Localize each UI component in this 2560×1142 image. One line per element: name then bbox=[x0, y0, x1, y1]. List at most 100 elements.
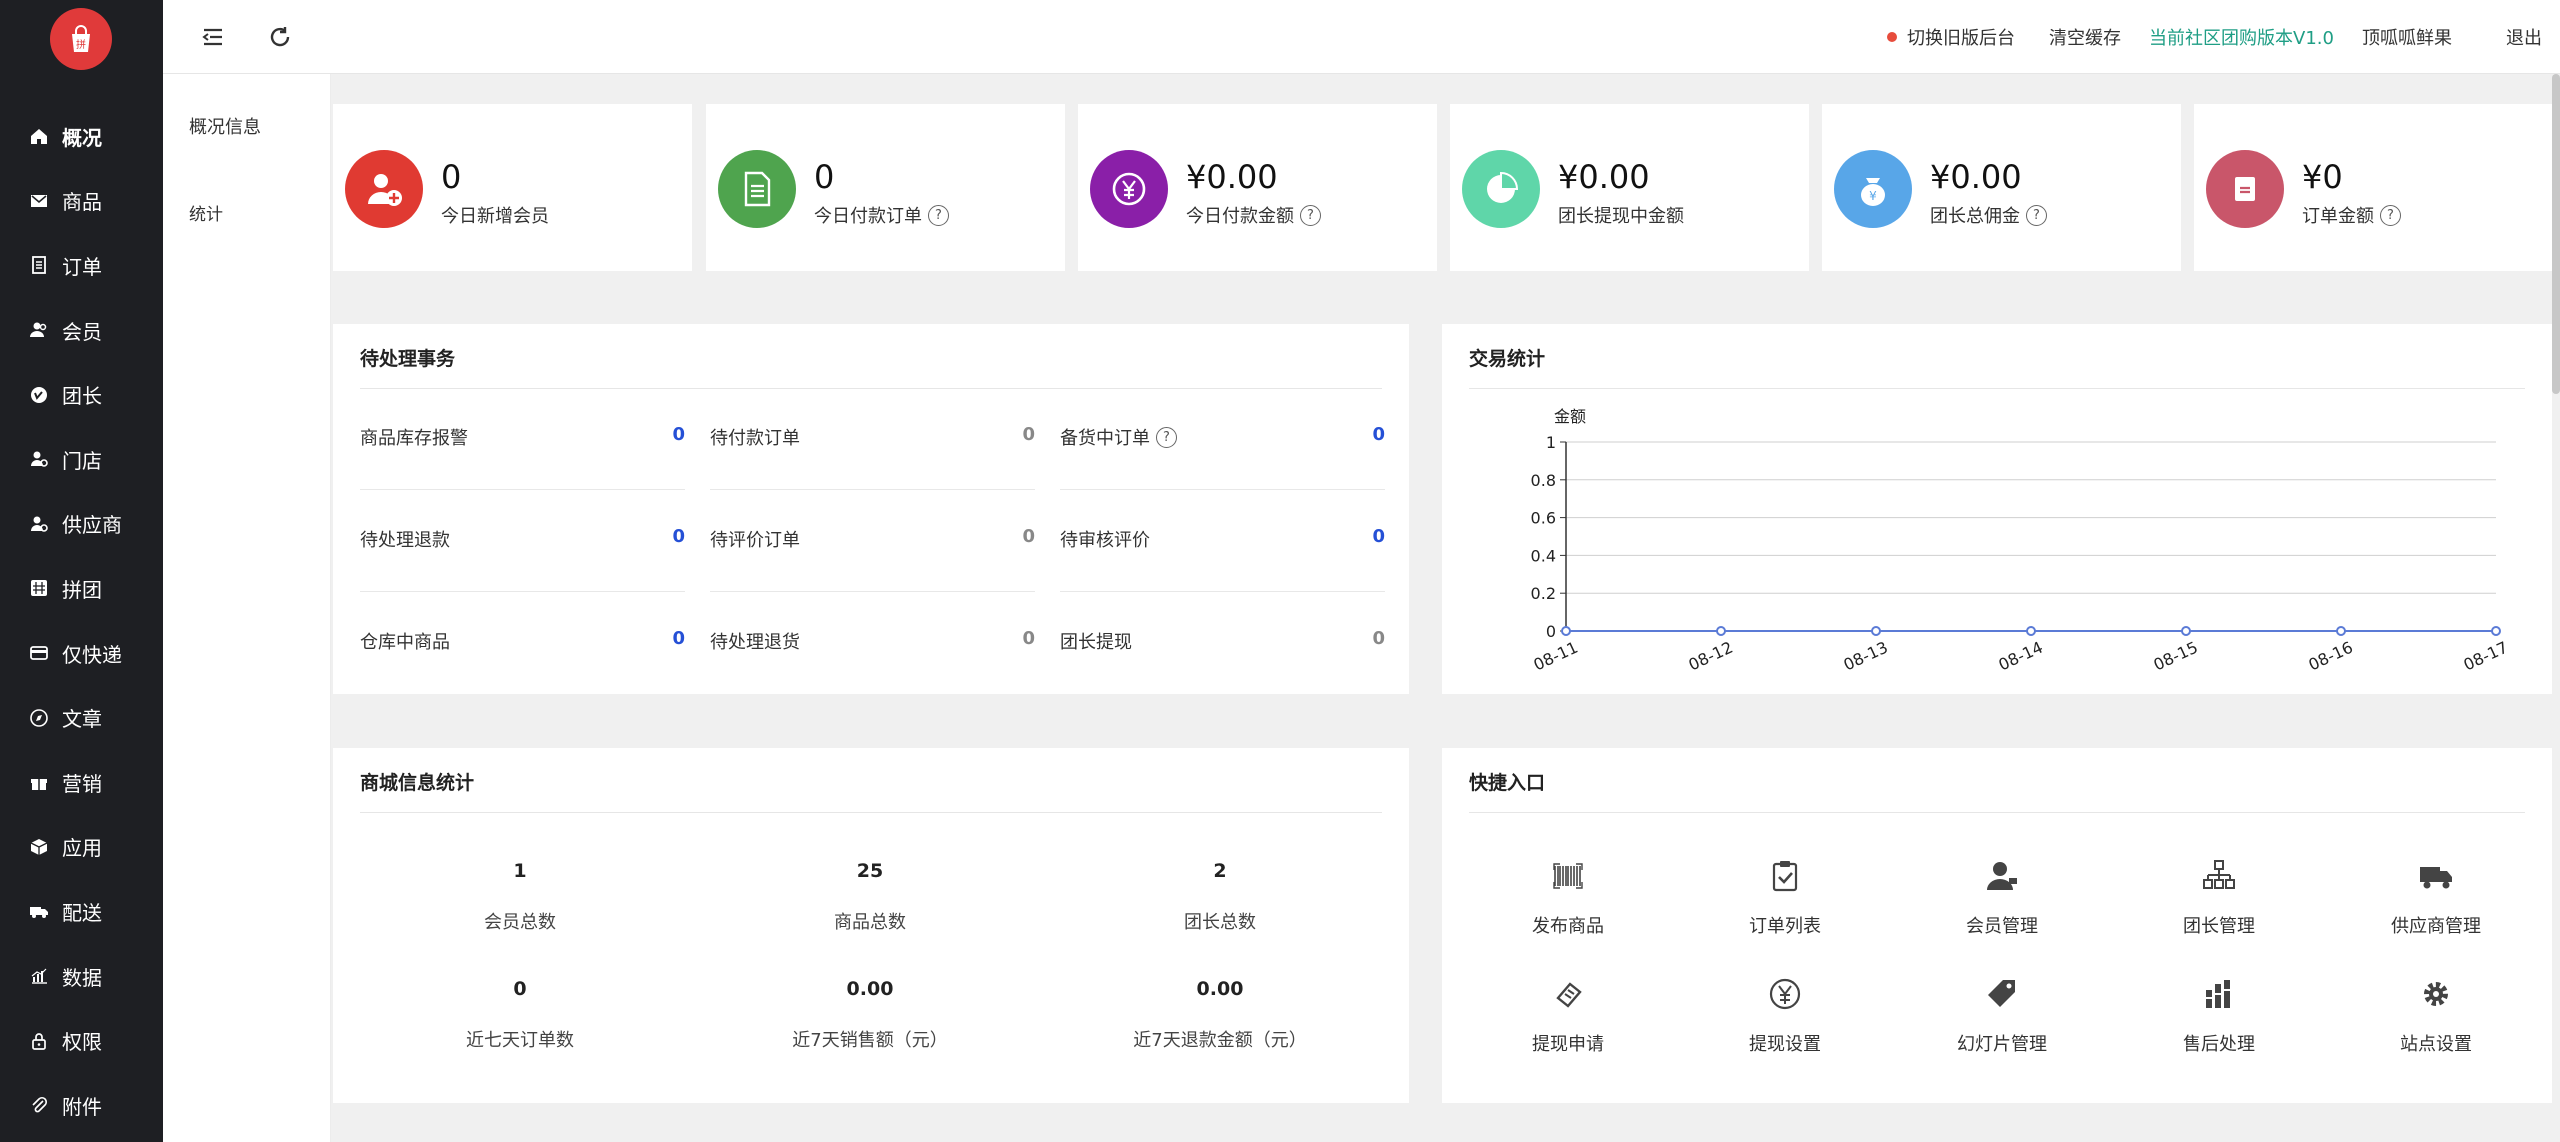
refresh-icon[interactable] bbox=[267, 24, 293, 50]
paperclip-icon bbox=[28, 1094, 50, 1116]
quick-entry-item[interactable]: 站点设置 bbox=[2327, 976, 2545, 1056]
sidebar-item-7[interactable]: 拼团 bbox=[0, 556, 163, 621]
quick-entry-label: 幻灯片管理 bbox=[1957, 1034, 2047, 1055]
users-icon bbox=[28, 319, 50, 341]
quick-entry-item[interactable]: 供应商管理 bbox=[2327, 858, 2545, 938]
truck-icon bbox=[2420, 867, 2452, 889]
todo-item[interactable]: 待审核评价 0 bbox=[1060, 490, 1385, 592]
x-tick-label: 08-11 bbox=[1531, 638, 1581, 675]
clear-cache-button[interactable]: 清空缓存 bbox=[2049, 24, 2121, 50]
x-tick-label: 08-16 bbox=[2306, 638, 2356, 675]
todo-item[interactable]: 商品库存报警 0 bbox=[360, 388, 685, 490]
quick-title: 快捷入口 bbox=[1469, 772, 1546, 794]
quick-entry-item[interactable]: 售后处理 bbox=[2110, 976, 2328, 1056]
sidebar-item-10[interactable]: 营销 bbox=[0, 750, 163, 815]
document-icon bbox=[718, 150, 796, 228]
todo-item[interactable]: 仓库中商品 0 bbox=[360, 592, 685, 694]
yen-circle-icon bbox=[1090, 150, 1168, 228]
mall-stat-value: 0 bbox=[513, 978, 527, 1000]
switch-old-backend-link[interactable]: 切换旧版后台 bbox=[1887, 24, 2015, 50]
bar-chart-icon bbox=[28, 965, 50, 987]
todo-item[interactable]: 待处理退货 0 bbox=[710, 592, 1035, 694]
gift-icon bbox=[28, 771, 50, 793]
store-user-icon bbox=[28, 448, 50, 470]
todo-item[interactable]: 待评价订单 0 bbox=[710, 490, 1035, 592]
svg-text:拼: 拼 bbox=[76, 38, 86, 51]
sidebar-item-4[interactable]: 团长 bbox=[0, 362, 163, 427]
help-icon[interactable]: ? bbox=[2380, 204, 2401, 226]
quick-entry-item[interactable]: 会员管理 bbox=[1893, 858, 2111, 938]
data-point bbox=[1716, 626, 1726, 636]
subnav-overview[interactable]: 概况信息 bbox=[189, 113, 261, 139]
quick-entry-item[interactable]: 发布商品 bbox=[1459, 858, 1677, 938]
supplier-icon bbox=[28, 513, 50, 535]
data-point bbox=[2491, 626, 2501, 636]
data-point bbox=[1871, 626, 1881, 636]
sitemap-icon bbox=[2203, 860, 2235, 889]
quick-entry-panel: 快捷入口 发布商品 订单列表 会员管理 团长管理 供应商管理 提现申请 提现设置… bbox=[1442, 748, 2552, 1103]
todo-panel: 待处理事务 商品库存报警 0 待付款订单 0 备货中订单? 0 待处理退款 0 … bbox=[333, 324, 1409, 694]
help-icon[interactable]: ? bbox=[2026, 204, 2047, 226]
sidebar-item-2[interactable]: 订单 bbox=[0, 233, 163, 298]
x-tick-label: 08-14 bbox=[1996, 638, 2046, 675]
app-logo[interactable]: 拼 bbox=[50, 8, 112, 70]
page-scrollbar[interactable] bbox=[2552, 74, 2560, 394]
quick-entry-item[interactable]: 提现设置 bbox=[1676, 976, 1894, 1056]
quick-entry-item[interactable]: 订单列表 bbox=[1676, 858, 1894, 938]
divider bbox=[360, 812, 1382, 813]
username[interactable]: 顶呱呱鲜果 bbox=[2362, 24, 2452, 50]
sidebar-item-12[interactable]: 配送 bbox=[0, 879, 163, 944]
order-icon bbox=[2206, 150, 2284, 228]
sidebar-item-label: 配送 bbox=[62, 900, 102, 925]
sidebar-item-9[interactable]: 文章 bbox=[0, 685, 163, 750]
y-tick-label: 1 bbox=[1546, 433, 1556, 452]
shopping-bag-icon: 拼 bbox=[72, 25, 90, 52]
help-icon[interactable]: ? bbox=[1156, 426, 1177, 448]
sidebar-item-0[interactable]: 概况 bbox=[0, 104, 163, 169]
sidebar-item-label: 文章 bbox=[62, 707, 102, 732]
todo-item[interactable]: 备货中订单? 0 bbox=[1060, 388, 1385, 490]
todo-item[interactable]: 团长提现 0 bbox=[1060, 592, 1385, 694]
mall-stat-value: 1 bbox=[513, 860, 527, 882]
grid-icon bbox=[28, 577, 50, 599]
collapse-menu-icon[interactable] bbox=[200, 24, 226, 50]
sidebar-item-6[interactable]: 供应商 bbox=[0, 492, 163, 557]
help-icon[interactable]: ? bbox=[1300, 204, 1321, 226]
todo-value: 0 bbox=[672, 628, 685, 649]
logout-button[interactable]: 退出 bbox=[2506, 24, 2542, 50]
mall-stat-value: 0.00 bbox=[846, 978, 894, 1000]
sidebar-item-1[interactable]: 商品 bbox=[0, 169, 163, 234]
todo-item[interactable]: 待付款订单 0 bbox=[710, 388, 1035, 490]
sidebar-item-14[interactable]: 权限 bbox=[0, 1008, 163, 1073]
sidebar-item-15[interactable]: 附件 bbox=[0, 1073, 163, 1138]
todo-label: 待处理退款 bbox=[360, 526, 450, 552]
todo-item[interactable]: 待处理退款 0 bbox=[360, 490, 685, 592]
todo-value: 0 bbox=[1372, 628, 1385, 649]
quick-entry-item[interactable]: 提现申请 bbox=[1459, 976, 1677, 1056]
clipboard-check-icon bbox=[1772, 861, 1798, 892]
gear-icon bbox=[2424, 982, 2448, 1006]
sidebar-item-label: 商品 bbox=[62, 190, 102, 215]
stat-label: 订单金额? bbox=[2302, 202, 2401, 228]
help-icon[interactable]: ? bbox=[928, 204, 949, 226]
version-link[interactable]: 当前社区团购版本V1.0 bbox=[2149, 24, 2334, 50]
mall-stat-label: 商品总数 bbox=[834, 912, 906, 933]
quick-entry-label: 售后处理 bbox=[2183, 1034, 2255, 1055]
data-point bbox=[2181, 626, 2191, 636]
quick-entry-item[interactable]: 幻灯片管理 bbox=[1893, 976, 2111, 1056]
mall-stat-value: 25 bbox=[856, 860, 884, 882]
trade-panel: 交易统计 金额 0 0.2 0.4 0.6 0.8 1 08-11 08-12 08-13 08-1… bbox=[1442, 324, 2552, 694]
sidebar-item-5[interactable]: 门店 bbox=[0, 427, 163, 492]
sidebar-item-label: 应用 bbox=[62, 836, 102, 861]
sidebar-item-3[interactable]: 会员 bbox=[0, 298, 163, 363]
mall-stat-label: 近七天订单数 bbox=[466, 1030, 574, 1051]
quick-entry-item[interactable]: 团长管理 bbox=[2110, 858, 2328, 938]
document-icon bbox=[28, 254, 50, 276]
sidebar-item-11[interactable]: 应用 bbox=[0, 815, 163, 880]
sidebar-item-13[interactable]: 数据 bbox=[0, 944, 163, 1009]
x-tick-label: 08-15 bbox=[2151, 638, 2201, 675]
sidebar-item-8[interactable]: 仅快递 bbox=[0, 621, 163, 686]
subnav-stats[interactable]: 统计 bbox=[189, 200, 223, 225]
todo-label: 待处理退货 bbox=[710, 628, 800, 654]
todo-label-text: 仓库中商品 bbox=[360, 632, 450, 653]
